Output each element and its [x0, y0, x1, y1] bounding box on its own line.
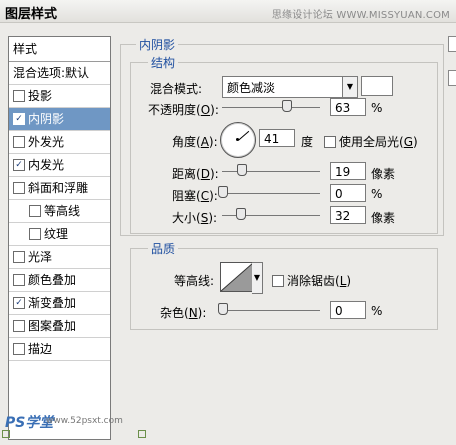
styles-item-label: 斜面和浮雕 — [28, 181, 89, 195]
opacity-input[interactable]: 63 — [330, 98, 366, 116]
styles-item-label: 图案叠加 — [28, 319, 77, 333]
chevron-down-icon[interactable]: ▼ — [342, 77, 357, 97]
blend-mode-value: 颜色减淡 — [227, 81, 276, 95]
checkbox-icon[interactable] — [29, 204, 41, 217]
anti-alias-checkbox[interactable]: 消除锯齿(L) — [272, 272, 351, 289]
distance-slider-thumb[interactable] — [237, 164, 247, 176]
size-label: 大小(S): — [172, 211, 218, 225]
contour-preview[interactable] — [220, 262, 254, 292]
choke-label: 阻塞(C): — [172, 189, 218, 203]
checkbox-icon[interactable] — [13, 181, 25, 194]
styles-item-label: 外发光 — [28, 135, 65, 149]
angle-unit: 度 — [301, 135, 314, 149]
checkbox-icon — [324, 135, 336, 148]
styles-item[interactable]: 光泽 — [9, 246, 110, 269]
styles-item[interactable]: 斜面和浮雕 — [9, 177, 110, 200]
checkbox-icon[interactable] — [13, 135, 25, 148]
contour-label: 等高线: — [174, 274, 215, 288]
watermark: 思缘设计论坛 WWW.MISSYUAN.COM — [271, 10, 450, 21]
inner-shadow-title: 内阴影 — [136, 36, 179, 53]
distance-input[interactable]: 19 — [330, 162, 366, 180]
styles-item[interactable]: 描边 — [9, 338, 110, 361]
checkbox-icon[interactable] — [13, 273, 25, 286]
styles-item-label: 颜色叠加 — [28, 273, 77, 287]
styles-item-label: 纹理 — [44, 227, 69, 241]
ok-button-edge[interactable] — [448, 36, 456, 52]
styles-item-label: 描边 — [28, 342, 53, 356]
styles-item-label: 光泽 — [28, 250, 53, 264]
choke-input[interactable]: 0 — [330, 184, 366, 202]
choke-unit: % — [371, 187, 383, 201]
checkbox-icon[interactable] — [13, 250, 25, 263]
checkbox-icon[interactable] — [13, 342, 25, 355]
styles-item[interactable]: 纹理 — [9, 223, 110, 246]
styles-item-label: 内发光 — [28, 158, 65, 172]
checkbox-icon[interactable] — [13, 89, 25, 102]
blend-options-item[interactable]: 混合选项:默认 — [9, 62, 110, 85]
styles-header[interactable]: 样式 — [9, 37, 110, 62]
logo-url-text: www.52psxt.com — [46, 416, 123, 426]
checkbox-icon — [272, 274, 284, 287]
styles-item[interactable]: ✓ 渐变叠加 — [9, 292, 110, 315]
styles-item[interactable]: ✓ 内发光 — [9, 154, 110, 177]
opacity-label: 不透明度(O): — [148, 103, 219, 117]
opacity-unit: % — [371, 101, 383, 115]
angle-input[interactable]: 41 — [259, 129, 295, 147]
noise-slider-track[interactable] — [222, 310, 320, 311]
checkbox-icon[interactable] — [13, 319, 25, 332]
checkbox-icon[interactable] — [29, 227, 41, 240]
blend-mode-label: 混合模式: — [150, 82, 203, 96]
noise-unit: % — [371, 304, 383, 318]
size-unit: 像素 — [371, 211, 396, 225]
checkbox-checked-icon[interactable]: ✓ — [13, 112, 25, 125]
styles-item[interactable]: 等高线 — [9, 200, 110, 223]
angle-label: 角度(A): — [172, 135, 218, 149]
styles-item[interactable]: ✓ 内阴影 — [9, 108, 110, 131]
styles-item[interactable]: 投影 — [9, 85, 110, 108]
contour-curve-icon — [221, 263, 253, 291]
styles-item-label: 渐变叠加 — [28, 296, 77, 310]
styles-panel: 样式 混合选项:默认 投影 ✓ 内阴影 外发光 ✓ 内发光 斜面和浮雕 等高线 纹理 光泽 颜色叠加… — [8, 36, 111, 440]
distance-unit: 像素 — [371, 167, 396, 181]
noise-slider-thumb[interactable] — [218, 303, 228, 315]
title-bar: 图层样式 思缘设计论坛 WWW.MISSYUAN.COM — [0, 0, 456, 23]
styles-item[interactable]: 颜色叠加 — [9, 269, 110, 292]
styles-item[interactable]: 外发光 — [9, 131, 110, 154]
checkbox-checked-icon[interactable]: ✓ — [13, 296, 25, 309]
noise-input[interactable]: 0 — [330, 301, 366, 319]
ps-logo: PS学堂 www.52psxt.com — [2, 410, 146, 444]
choke-slider-track[interactable] — [222, 193, 320, 194]
corner-mark — [2, 430, 10, 438]
distance-label: 距离(D): — [172, 167, 219, 181]
styles-item[interactable]: 图案叠加 — [9, 315, 110, 338]
angle-dial-center — [236, 138, 239, 141]
angle-dial-hand — [238, 130, 250, 141]
checkbox-checked-icon[interactable]: ✓ — [13, 158, 25, 171]
styles-item-label: 投影 — [28, 89, 53, 103]
noise-label: 杂色(N): — [160, 306, 207, 320]
blend-color-swatch[interactable] — [361, 76, 393, 96]
structure-title: 结构 — [148, 54, 179, 71]
styles-item-label: 内阴影 — [28, 112, 65, 126]
global-light-checkbox[interactable]: 使用全局光(G) — [324, 133, 418, 150]
angle-dial[interactable] — [220, 122, 256, 158]
quality-title: 品质 — [148, 240, 179, 257]
new-style-button-edge[interactable] — [448, 70, 456, 86]
size-slider-thumb[interactable] — [236, 208, 246, 220]
window-title: 图层样式 — [5, 7, 58, 22]
corner-mark — [138, 430, 146, 438]
size-input[interactable]: 32 — [330, 206, 366, 224]
blend-mode-select[interactable]: 颜色减淡 ▼ — [222, 76, 358, 98]
choke-slider-thumb[interactable] — [218, 186, 228, 198]
opacity-slider-thumb[interactable] — [282, 100, 292, 112]
styles-item-label: 等高线 — [44, 204, 81, 218]
opacity-slider-track[interactable] — [222, 107, 320, 108]
chevron-down-icon[interactable]: ▼ — [252, 262, 263, 294]
